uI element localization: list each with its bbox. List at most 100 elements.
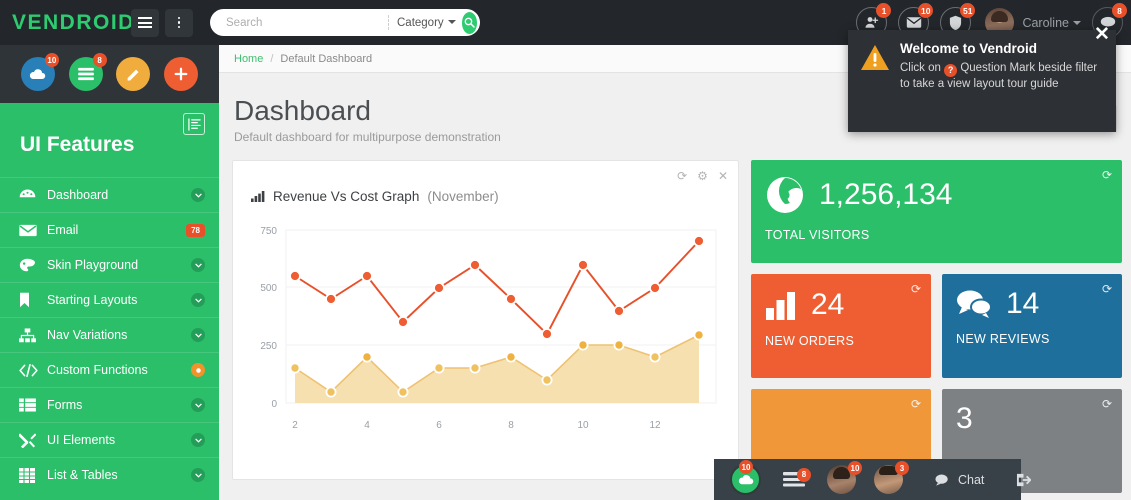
- refresh-icon[interactable]: ⟳: [911, 397, 921, 411]
- refresh-icon[interactable]: ⟳: [911, 282, 921, 296]
- globe-icon: [765, 175, 805, 215]
- y-tick-250: 250: [260, 341, 277, 352]
- chevron-down-icon[interactable]: [191, 258, 205, 272]
- logout-icon[interactable]: [1000, 473, 1047, 487]
- new-reviews-value: 14: [1006, 289, 1039, 319]
- x-tick-6: 6: [436, 420, 442, 431]
- comment-icon: [935, 474, 950, 486]
- indent-list-icon[interactable]: [183, 113, 205, 135]
- envelope-badge: 10: [918, 3, 933, 18]
- popup-title: Welcome to Vendroid: [900, 41, 1102, 56]
- x-tick-8: 8: [508, 420, 514, 431]
- breadcrumb-current: Default Dashboard: [280, 53, 372, 65]
- sidebar-item-label: Starting Layouts: [47, 293, 191, 307]
- chat-bar: 10 8 10 3 Chat: [714, 459, 1021, 500]
- sidebar-item-label: Dashboard: [47, 188, 191, 202]
- warning-triangle-icon: [860, 44, 890, 122]
- revenue-cost-chart-card: ⟳ ⚙ ✕ Revenue Vs Cost Graph (November) 7…: [232, 160, 739, 480]
- sidebar-item-list-tables[interactable]: List & Tables: [0, 457, 219, 492]
- new-orders-tile[interactable]: ⟳ 24 NEW ORDERS: [751, 274, 931, 378]
- chevron-down-icon[interactable]: [191, 468, 205, 482]
- sidebar-item-label: Custom Functions: [47, 363, 191, 377]
- stat-row-2: ⟳ 24 NEW ORDERS ⟳ 14 NEW REVIEWS: [751, 274, 1122, 378]
- gray-tile-value: 3: [956, 404, 973, 434]
- chevron-down-icon: [1073, 21, 1081, 25]
- bar-chart-icon: [765, 289, 797, 321]
- breadcrumb-home[interactable]: Home: [234, 53, 263, 65]
- new-orders-label: NEW ORDERS: [765, 334, 917, 348]
- chevron-down-icon: [448, 20, 456, 24]
- sidebar-item-email[interactable]: Email 78: [0, 212, 219, 247]
- search-input[interactable]: [226, 17, 380, 29]
- refresh-icon[interactable]: ⟳: [1102, 397, 1112, 411]
- chatbar-list-button[interactable]: 8: [783, 472, 805, 488]
- close-icon[interactable]: ✕: [718, 169, 728, 183]
- sidebar-item-label: UI Elements: [47, 433, 191, 447]
- popup-close-icon[interactable]: ✕: [1094, 23, 1110, 46]
- y-tick-500: 500: [260, 283, 277, 294]
- sitemap-icon: [19, 328, 47, 343]
- chevron-down-icon[interactable]: [191, 433, 205, 447]
- refresh-icon[interactable]: ⟳: [677, 169, 687, 183]
- refresh-icon[interactable]: ⟳: [1102, 282, 1112, 296]
- message-badge: 8: [1112, 3, 1127, 18]
- chat-label: Chat: [958, 473, 984, 487]
- sidebar-header: UI Features: [0, 103, 219, 177]
- table-icon: [19, 468, 47, 483]
- revenue-cost-chart: 750 500 250 0: [233, 216, 738, 461]
- list-button[interactable]: 8: [69, 57, 103, 91]
- chat-button[interactable]: Chat: [919, 473, 1000, 487]
- chatbar-avatar-female[interactable]: 10: [827, 465, 856, 494]
- app-logo[interactable]: VENDROID: [0, 11, 125, 35]
- chevron-down-icon[interactable]: [191, 328, 205, 342]
- total-visitors-value: 1,256,134: [819, 180, 952, 210]
- sidebar-item-starting-layouts[interactable]: Starting Layouts: [0, 282, 219, 317]
- cloud-button[interactable]: 10: [21, 57, 55, 91]
- refresh-icon[interactable]: ⟳: [1102, 168, 1112, 182]
- sidebar-nav: Dashboard Email 78 Skin Playground Start…: [0, 177, 219, 492]
- sidebar-item-forms[interactable]: Forms: [0, 387, 219, 422]
- sidebar-item-label: List & Tables: [47, 468, 191, 482]
- chevron-down-icon[interactable]: [191, 188, 205, 202]
- sidebar-item-dashboard[interactable]: Dashboard: [0, 177, 219, 212]
- sidebar-item-label: Nav Variations: [47, 328, 191, 342]
- y-tick-750: 750: [260, 226, 277, 237]
- code-icon: [19, 364, 47, 377]
- bar-chart-icon: [251, 191, 265, 202]
- chevron-down-icon[interactable]: [191, 398, 205, 412]
- add-button[interactable]: [164, 57, 198, 91]
- status-dot-icon[interactable]: [191, 363, 205, 377]
- total-visitors-tile[interactable]: ⟳ 1,256,134 TOTAL VISITORS: [751, 160, 1122, 263]
- sidebar-item-nav-variations[interactable]: Nav Variations: [0, 317, 219, 352]
- x-tick-2: 2: [292, 420, 298, 431]
- chevron-down-icon[interactable]: [191, 293, 205, 307]
- vertical-dots-icon[interactable]: [165, 9, 193, 37]
- new-reviews-tile[interactable]: ⟳ 14 NEW REVIEWS: [942, 274, 1122, 378]
- sidebar-item-skin-playground[interactable]: Skin Playground: [0, 247, 219, 282]
- sidebar: 10 8 UI Features Dashboard: [0, 45, 219, 500]
- popup-text-before: Click on: [900, 62, 941, 74]
- hamburger-icon[interactable]: [131, 9, 159, 37]
- chart-title-text: Revenue Vs Cost Graph: [273, 189, 419, 204]
- user-name: Caroline: [1022, 16, 1069, 30]
- chatbar-avatar-male[interactable]: 3: [874, 465, 903, 494]
- dashboard-grid: ⟳ ⚙ ✕ Revenue Vs Cost Graph (November) 7…: [219, 160, 1131, 493]
- gear-icon[interactable]: ⚙: [697, 169, 708, 183]
- forms-icon: [19, 398, 47, 412]
- chatbar-cloud-button[interactable]: 10: [714, 464, 761, 495]
- card-toolbar: ⟳ ⚙ ✕: [677, 169, 728, 183]
- question-mark-icon: ?: [944, 64, 957, 77]
- sidebar-item-custom-functions[interactable]: Custom Functions: [0, 352, 219, 387]
- x-tick-4: 4: [364, 420, 370, 431]
- user-menu[interactable]: Caroline: [1022, 16, 1081, 30]
- bookmark-icon: [19, 292, 47, 308]
- category-dropdown[interactable]: Category: [397, 17, 456, 29]
- sidebar-item-ui-elements[interactable]: UI Elements: [0, 422, 219, 457]
- sidebar-item-label: Email: [47, 223, 186, 237]
- category-label: Category: [397, 17, 444, 29]
- search-icon[interactable]: [462, 12, 477, 34]
- palette-icon: [19, 258, 47, 272]
- edit-button[interactable]: [116, 57, 150, 91]
- x-tick-12: 12: [649, 420, 661, 431]
- new-reviews-label: NEW REVIEWS: [956, 332, 1108, 346]
